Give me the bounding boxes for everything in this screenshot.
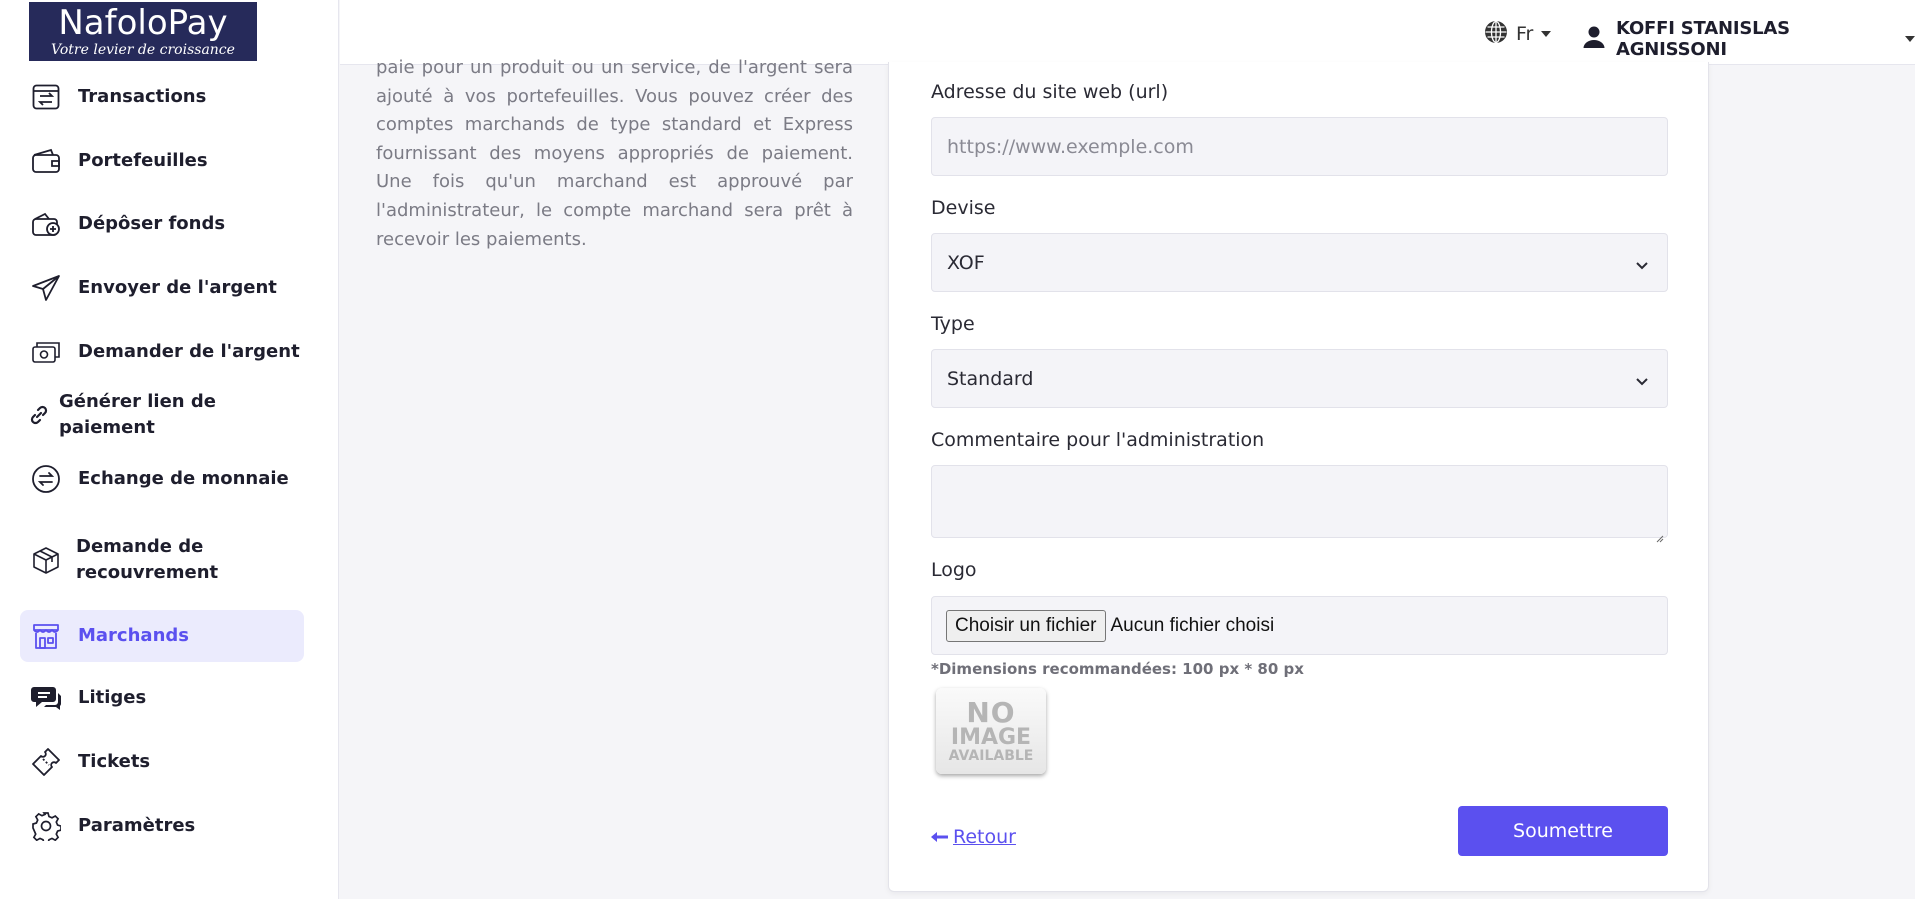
sidebar-item-transactions[interactable]: Transactions [20,80,304,114]
currency-label: Devise [931,197,996,219]
choose-file-button[interactable]: Choisir un fichier [946,609,1106,642]
sidebar-item-demande-recouvrement[interactable]: Demande de recouvrement [20,532,304,588]
website-label: Adresse du site web (url) [931,81,1169,103]
comment-textarea[interactable] [931,465,1668,543]
no-image-line: NO [966,696,1016,729]
language-selector[interactable]: Fr [1484,20,1552,48]
arrow-left-icon [931,826,949,848]
currency-selected-value: XOF [947,251,985,274]
sidebar: NafoloPay Votre levier de croissance Tra… [0,0,339,899]
brand-logo[interactable]: NafoloPay Votre levier de croissance [29,2,257,61]
website-placeholder: https://www.exemple.com [947,135,1194,158]
type-select[interactable]: Standard [931,349,1668,408]
back-link[interactable]: Retour [931,826,1016,848]
sidebar-item-label: Générer lien de paiement [59,391,216,438]
type-label: Type [931,313,975,335]
money-request-icon [29,335,63,369]
gear-icon [29,809,63,843]
sidebar-item-echange-monnaie[interactable]: Echange de monnaie [20,462,304,496]
comment-label: Commentaire pour l'administration [931,429,1265,451]
no-image-line: IMAGE [950,725,1032,750]
chevron-down-icon [1635,372,1649,394]
sidebar-item-label: Portefeuilles [78,150,208,171]
sidebar-item-label: Dépôser fonds [78,213,226,234]
chevron-down-icon [1635,256,1649,278]
merchant-intro-text: paie pour un produit ou un service, de l… [376,57,853,250]
sidebar-item-label: Echange de monnaie [78,468,289,489]
resize-grip-icon[interactable] [1656,526,1664,543]
language-label: Fr [1516,23,1534,45]
type-selected-value: Standard [947,367,1034,390]
user-name: KOFFI STANISLAS AGNISSONI [1616,18,1790,60]
sidebar-item-label: Marchands [78,625,189,646]
file-status-text: Aucun fichier choisi [1110,614,1275,636]
logo-dimensions-hint: *Dimensions recommandées: 100 px * 80 px [931,660,1304,678]
back-label: Retour [953,826,1016,848]
sidebar-item-label: Demander de l'argent [78,341,300,362]
logo-file-input[interactable]: Choisir un fichier Aucun fichier choisi [931,596,1668,655]
no-image-line: AVAILABLE [948,748,1034,764]
sidebar-item-parametres[interactable]: Paramètres [20,809,304,843]
user-icon [1582,25,1606,53]
sidebar-item-marchands[interactable]: Marchands [20,610,304,662]
caret-down-icon [1905,36,1915,42]
ticket-icon [29,745,63,779]
logo-label: Logo [931,559,977,581]
sidebar-item-label: Tickets [78,751,151,772]
sidebar-item-deposer-fonds[interactable]: Dépôser fonds [20,207,304,241]
sidebar-item-label: Paramètres [78,815,196,836]
user-menu[interactable]: KOFFI STANISLAS AGNISSONI [1582,18,1915,60]
caret-down-icon [1541,31,1552,37]
exchange-icon [29,462,63,496]
store-icon [29,619,63,653]
sidebar-item-litiges[interactable]: Litiges [20,681,304,715]
submit-button[interactable]: Soumettre [1458,806,1668,856]
deposit-wallet-icon [29,207,63,241]
paper-plane-icon [29,271,63,305]
wallet-icon [29,144,63,178]
brand-name: NafoloPay [58,3,228,43]
sidebar-item-portefeuilles[interactable]: Portefeuilles [20,144,304,178]
brand-tagline: Votre levier de croissance [51,42,235,58]
sidebar-item-label: Demande de recouvrement [76,536,219,583]
link-icon [29,398,49,432]
currency-select[interactable]: XOF [931,233,1668,292]
sidebar-item-demander-argent[interactable]: Demander de l'argent [20,335,304,369]
box-icon [29,543,63,577]
logo-preview-placeholder: NO IMAGE AVAILABLE [936,688,1046,774]
sidebar-item-label: Litiges [78,687,147,708]
sidebar-item-envoyer-argent[interactable]: Envoyer de l'argent [20,271,304,305]
sidebar-item-label: Transactions [78,86,207,107]
sidebar-item-label: Envoyer de l'argent [78,277,277,298]
sidebar-item-generer-lien[interactable]: Générer lien de paiement [20,391,304,438]
globe-icon [1484,20,1508,48]
website-input[interactable]: https://www.exemple.com [931,117,1668,176]
sidebar-item-tickets[interactable]: Tickets [20,745,304,779]
transactions-icon [29,80,63,114]
merchant-form-card: Adresse du site web (url) https://www.ex… [888,62,1709,892]
chat-icon [29,681,63,715]
